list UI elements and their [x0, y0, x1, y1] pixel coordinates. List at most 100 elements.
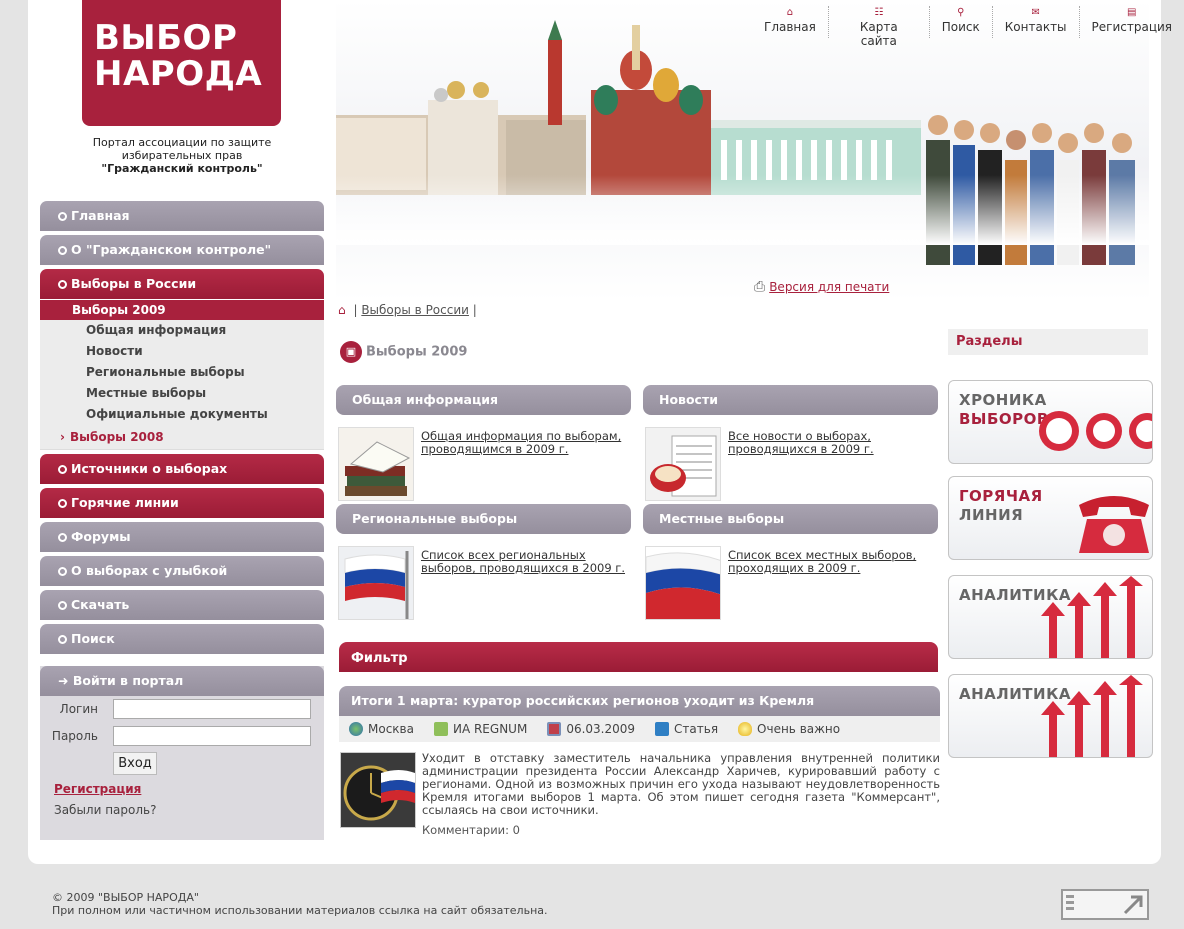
bullet-icon: [58, 567, 67, 576]
site-logo[interactable]: ВЫБОР НАРОДА: [82, 0, 281, 126]
login-input[interactable]: [113, 699, 311, 719]
password-input[interactable]: [113, 726, 311, 746]
news-title-text: Итоги 1 марта: куратор российских регион…: [351, 693, 815, 708]
promo-analytics-1[interactable]: АНАЛИТИКА: [948, 575, 1153, 659]
news-title[interactable]: Итоги 1 марта: куратор российских регион…: [339, 686, 940, 716]
counter-arrow-icon: [1066, 895, 1143, 915]
submenu-item-general[interactable]: Общая информация: [40, 320, 324, 341]
russian-flag-icon: [646, 547, 720, 619]
login-title: Войти в портал: [72, 673, 184, 688]
top-nav: ⌂ Главная ☷ Карта сайта ⚲ Поиск ✉ Контак…: [752, 6, 1184, 48]
tagline: Портал ассоциации по защите избирательны…: [40, 136, 324, 175]
article-icon: [655, 722, 670, 736]
forgot-password-link[interactable]: Забыли пароль?: [54, 803, 156, 817]
kremlin-clock-flag-icon: [341, 753, 415, 827]
topnav-register[interactable]: ▤ Регистрация: [1078, 6, 1184, 38]
section-body-news: Все новости о выборах, проводящихся в 20…: [645, 427, 940, 505]
breadcrumb: ⌂ | Выборы в России |: [338, 303, 477, 317]
nav-item-download[interactable]: Скачать: [40, 590, 324, 620]
site-counter[interactable]: [1061, 889, 1149, 920]
promo-election-chronicle[interactable]: ХРОНИКА ВЫБОРОВ: [948, 380, 1153, 464]
submenu-item-regional[interactable]: Региональные выборы: [40, 362, 324, 383]
nav-item-label: Поиск: [71, 631, 115, 646]
nav-item-search[interactable]: Поиск: [40, 624, 324, 654]
section-header-regional[interactable]: Региональные выборы: [336, 504, 631, 534]
section-link[interactable]: Общая информация по выборам, проводящимс…: [421, 430, 631, 456]
breadcrumb-sep: |: [472, 303, 477, 317]
promo-analytics-2[interactable]: АНАЛИТИКА: [948, 674, 1153, 758]
newspaper-icon: [646, 428, 720, 500]
nav-item-label: Источники о выборах: [71, 461, 228, 476]
banner-image: [336, 20, 1149, 265]
breadcrumb-link-elections[interactable]: Выборы в России: [361, 303, 469, 317]
topnav-home[interactable]: ⌂ Главная: [752, 6, 828, 38]
home-icon: ⌂: [786, 7, 794, 18]
section-link[interactable]: Список всех местных выборов, проходящих …: [728, 549, 938, 575]
filter-header[interactable]: Фильтр: [339, 642, 938, 672]
tagline-line-1: Портал ассоциации по защите: [92, 136, 272, 149]
header-banner: [336, 0, 1149, 300]
login-row: Логин: [40, 699, 324, 721]
register-link[interactable]: Регистрация: [54, 782, 141, 796]
calendar-icon: [547, 722, 562, 736]
topnav-sitemap[interactable]: ☷ Карта сайта: [827, 6, 929, 48]
news-comments[interactable]: Комментарии: 0: [422, 823, 520, 837]
arrow-right-icon: ➜: [58, 673, 73, 688]
section-title: Новости: [659, 392, 718, 407]
section-body-general: Общая информация по выборам, проводящимс…: [338, 427, 633, 505]
section-thumbnail[interactable]: [338, 546, 414, 620]
breadcrumb-home-icon[interactable]: ⌂: [338, 303, 346, 317]
nav-item-about[interactable]: О "Гражданском контроле": [40, 235, 324, 265]
submenu-item-2008[interactable]: › Выборы 2008: [40, 425, 324, 449]
print-version-link[interactable]: ⎙ Версия для печати: [754, 279, 889, 295]
meta-source: ИА REGNUM: [452, 722, 528, 736]
section-thumbnail[interactable]: [338, 427, 414, 501]
nav-item-hotlines[interactable]: Горячие линии: [40, 488, 324, 518]
section-body-local: Список всех местных выборов, проходящих …: [645, 546, 940, 624]
news-thumbnail[interactable]: [340, 752, 416, 828]
main-nav: Главная О "Гражданском контроле" Выборы …: [40, 201, 324, 658]
submenu-item-local[interactable]: Местные выборы: [40, 383, 324, 404]
section-link[interactable]: Все новости о выборах, проводящихся в 20…: [728, 430, 938, 456]
submenu-item-news[interactable]: Новости: [40, 341, 324, 362]
submenu-item-documents[interactable]: Официальные документы: [40, 404, 324, 425]
bullet-icon: [58, 212, 67, 221]
lightbulb-icon: [738, 722, 753, 736]
section-title: Региональные выборы: [352, 511, 518, 526]
topnav-search[interactable]: ⚲ Поиск: [928, 6, 992, 38]
meta-date: 06.03.2009: [566, 722, 636, 736]
section-thumbnail[interactable]: [645, 546, 721, 620]
news-meta: Москва ИА REGNUM 06.03.2009 Статья Очень…: [339, 716, 940, 742]
bullet-icon: [58, 533, 67, 542]
topnav-label: Карта сайта: [859, 20, 898, 48]
section-thumbnail[interactable]: [645, 427, 721, 501]
topnav-label: Главная: [764, 20, 816, 34]
promo-hotline[interactable]: ГОРЯЧАЯ ЛИНИЯ: [948, 476, 1153, 560]
section-header-general[interactable]: Общая информация: [336, 385, 631, 415]
nav-item-elections-russia[interactable]: Выборы в России: [40, 269, 324, 299]
news-meta-type: Статья: [655, 722, 718, 736]
filter-label: Фильтр: [351, 651, 408, 666]
tagline-org: "Гражданский контроль": [101, 162, 263, 175]
source-arrow-icon: [433, 722, 448, 736]
section-link[interactable]: Список всех региональных выборов, провод…: [421, 549, 631, 575]
login-submit-button[interactable]: Вход: [113, 752, 157, 775]
nav-item-humor[interactable]: О выборах с улыбкой: [40, 556, 324, 586]
print-link-label: Версия для печати: [769, 280, 890, 294]
nav-item-home[interactable]: Главная: [40, 201, 324, 231]
topnav-contacts[interactable]: ✉ Контакты: [991, 6, 1079, 38]
red-telephone-icon: [1079, 496, 1149, 553]
topnav-label: Регистрация: [1091, 20, 1172, 34]
breadcrumb-sep: |: [353, 303, 358, 317]
nav-item-sources[interactable]: Источники о выборах: [40, 454, 324, 484]
meta-city: Москва: [368, 722, 414, 736]
topnav-label: Поиск: [941, 20, 980, 34]
nav-item-forums[interactable]: Форумы: [40, 522, 324, 552]
section-header-news[interactable]: Новости: [643, 385, 938, 415]
bullet-icon: [58, 635, 67, 644]
footer-notice: При полном или частичном использовании м…: [52, 904, 548, 917]
section-header-local[interactable]: Местные выборы: [643, 504, 938, 534]
submenu-item-2009[interactable]: Выборы 2009: [40, 299, 324, 320]
russian-flag-icon: [339, 547, 413, 619]
bullet-icon: [58, 465, 67, 474]
